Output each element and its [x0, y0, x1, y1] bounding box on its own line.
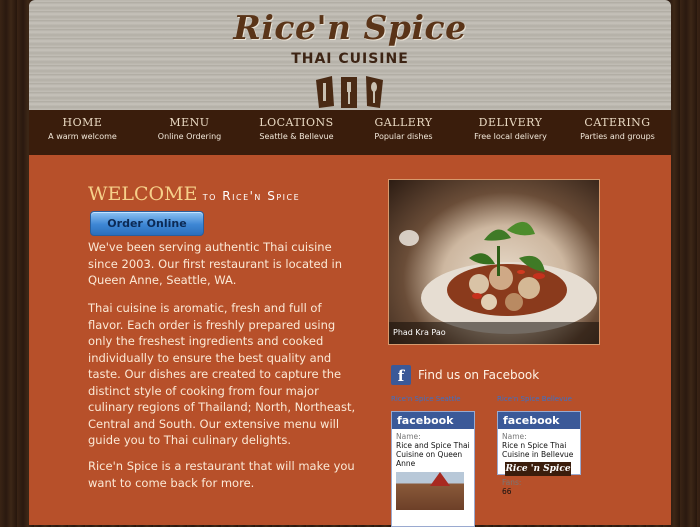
facebook-badge-header: facebook: [498, 412, 580, 429]
nav-item-menu[interactable]: MENU Online Ordering: [136, 110, 243, 155]
main-content: WELCOME to Rice'n Spice Order Online We'…: [29, 155, 671, 527]
order-online-button[interactable]: Order Online: [90, 211, 204, 236]
badge-restaurant-logo: Rice 'n Spice: [505, 462, 571, 476]
page: Rice'n Spice THAI CUISINE HOME A warm we…: [29, 0, 671, 527]
photo-caption: Phad Kra Pao: [389, 322, 599, 344]
nav-sublabel: Popular dishes: [374, 132, 433, 141]
dish-photo[interactable]: Phad Kra Pao: [388, 179, 600, 345]
nav-item-gallery[interactable]: GALLERY Popular dishes: [350, 110, 457, 155]
badge-name-label: Name:: [396, 432, 421, 441]
facebook-badge-body: Name: Rice n Spice Thai Cuisine in Belle…: [498, 429, 580, 499]
badge-name-value: Rice n Spice Thai Cuisine in Bellevue: [502, 441, 574, 459]
utensils-emblem-icon: [316, 76, 383, 108]
welcome-restaurant: to Rice'n Spice: [197, 189, 301, 203]
badge-fans-value: 66: [502, 487, 512, 496]
nav-label: HOME: [62, 116, 103, 129]
nav-item-catering[interactable]: CATERING Parties and groups: [564, 110, 671, 155]
nav-label: DELIVERY: [478, 116, 543, 129]
nav-label: GALLERY: [374, 116, 433, 129]
nav-sublabel: Parties and groups: [580, 132, 655, 141]
restaurant-building-photo: [396, 472, 464, 510]
cuisine-paragraph: Thai cuisine is aromatic, fresh and full…: [88, 301, 356, 447]
header: Rice'n Spice THAI CUISINE: [29, 0, 671, 110]
nav-item-locations[interactable]: LOCATIONS Seattle & Bellevue: [243, 110, 350, 155]
logo-title[interactable]: Rice'n Spice: [29, 8, 671, 47]
badge-name-value: Rice and Spice Thai Cuisine on Queen Ann…: [396, 441, 470, 468]
nav-item-delivery[interactable]: DELIVERY Free local delivery: [457, 110, 564, 155]
logo-subtitle: THAI CUISINE: [291, 51, 409, 67]
welcome-heading: WELCOME to Rice'n Spice: [88, 183, 300, 205]
intro-paragraph: We've been serving authentic Thai cuisin…: [88, 240, 343, 287]
facebook-link-bellevue[interactable]: Rice'n Spice Bellevue: [497, 395, 572, 403]
nav-sublabel: Seattle & Bellevue: [259, 132, 334, 141]
badge-name-label: Name:: [502, 432, 527, 441]
facebook-link-seattle[interactable]: Rice'n Spice Seattle: [391, 395, 461, 403]
dish-illustration: [399, 221, 597, 334]
facebook-find-text: Find us on Facebook: [418, 368, 540, 382]
facebook-badge-header: facebook: [392, 412, 474, 429]
nav-item-home[interactable]: HOME A warm welcome: [29, 110, 136, 155]
welcome-word: WELCOME: [88, 183, 198, 205]
nav-sublabel: Online Ordering: [157, 132, 222, 141]
facebook-icon: f: [391, 365, 411, 385]
nav-label: LOCATIONS: [259, 116, 334, 129]
facebook-badge-seattle[interactable]: facebook Name: Rice and Spice Thai Cuisi…: [391, 411, 475, 527]
main-nav: HOME A warm welcome MENU Online Ordering…: [29, 110, 671, 155]
nav-label: MENU: [169, 116, 210, 129]
facebook-find-row[interactable]: f Find us on Facebook: [391, 365, 539, 385]
badge-fans-label: Fans:: [502, 478, 522, 487]
nav-label: CATERING: [584, 116, 651, 129]
closing-paragraph: Rice'n Spice is a restaurant that will m…: [88, 459, 355, 490]
nav-sublabel: A warm welcome: [48, 132, 117, 141]
facebook-badge-body: Name: Rice and Spice Thai Cuisine on Que…: [392, 429, 474, 513]
nav-sublabel: Free local delivery: [474, 132, 547, 141]
facebook-badge-bellevue[interactable]: facebook Name: Rice n Spice Thai Cuisine…: [497, 411, 581, 496]
